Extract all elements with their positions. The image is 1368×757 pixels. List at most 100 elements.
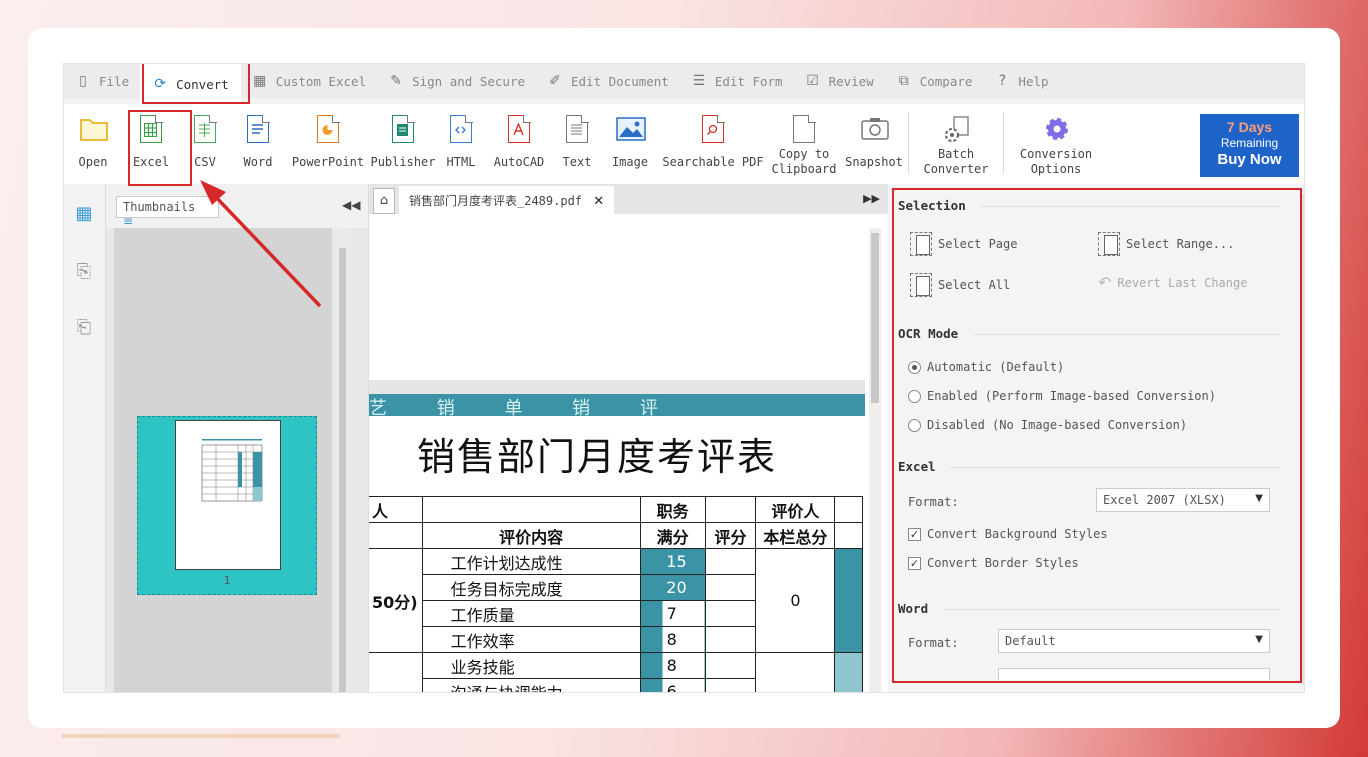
- convert-icon: ⟳: [154, 76, 166, 92]
- excel-button[interactable]: Excel: [122, 104, 180, 184]
- thumbnails-header: Thumbnails ≡ ◀◀: [106, 184, 368, 228]
- thumbnails-scrollbar[interactable]: [335, 228, 349, 692]
- buy-now-button[interactable]: 7 Days Remaining Buy Now: [1200, 114, 1299, 177]
- checkbox-checked-icon: ✓: [908, 527, 921, 541]
- menu-edit-document-label: Edit Document: [571, 73, 669, 89]
- menu-file[interactable]: ▯ File: [64, 64, 140, 98]
- thumbnails-dropdown[interactable]: Thumbnails ≡: [116, 196, 219, 228]
- table-cell: 7: [639, 600, 706, 627]
- menu-help[interactable]: ? Help: [983, 64, 1059, 98]
- table-cell: 工作质量: [421, 600, 641, 627]
- copy-clipboard-button[interactable]: Copy to Clipboard: [768, 104, 840, 184]
- select-page-label: Select Page: [938, 237, 1018, 251]
- text-button[interactable]: Text: [552, 104, 602, 184]
- word-button[interactable]: Word: [230, 104, 286, 184]
- image-button[interactable]: Image: [602, 104, 658, 184]
- powerpoint-label: PowerPoint: [291, 155, 365, 169]
- csv-button[interactable]: CSV: [180, 104, 230, 184]
- conversion-options-button[interactable]: Conversion Options: [1004, 104, 1108, 184]
- table-cell: [369, 522, 423, 549]
- excel-format-select[interactable]: Excel 2007 (XLSX) ▼: [1096, 488, 1270, 512]
- options-scrollbar[interactable]: [1302, 194, 1304, 684]
- home-icon[interactable]: ⌂: [373, 188, 395, 214]
- thumbnail-page-number: 1: [223, 574, 231, 587]
- excel-label: Excel: [132, 155, 170, 169]
- batch-label-2: Converter: [923, 162, 989, 176]
- table-cell: 评分: [704, 522, 757, 549]
- convert-bg-styles-checkbox[interactable]: ✓ Convert Background Styles: [908, 527, 1108, 541]
- header-band-text: 艺 销 单 销 评: [369, 394, 865, 416]
- ocr-enabled-radio[interactable]: Enabled (Perform Image-based Conversion): [908, 389, 1216, 403]
- powerpoint-button[interactable]: PowerPoint: [286, 104, 370, 184]
- table-cell: [834, 652, 863, 692]
- thumbnails-grid-icon[interactable]: ▦: [72, 202, 96, 226]
- document-tab[interactable]: 销售部门月度考评表_2489.pdf ✕: [399, 186, 615, 214]
- tab-scroll-right-icon[interactable]: ▶▶: [863, 192, 880, 205]
- publisher-button[interactable]: Publisher: [370, 104, 436, 184]
- table-cell: [834, 522, 863, 549]
- menu-file-label: File: [99, 73, 130, 89]
- pen-icon: ✎: [390, 73, 402, 89]
- table-cell: 任务目标完成度: [421, 574, 641, 601]
- conv-options-label-1: Conversion: [1019, 147, 1093, 161]
- table-row: 50分) 工作计划达成性 15 0: [369, 548, 863, 653]
- menu-custom-excel-label: Custom Excel: [275, 73, 367, 89]
- ocr-automatic-label: Automatic (Default): [927, 360, 1065, 374]
- table-cell: 人: [369, 496, 423, 523]
- autocad-button[interactable]: AutoCAD: [486, 104, 552, 184]
- ocr-automatic-radio[interactable]: Automatic (Default): [908, 360, 1064, 374]
- searchable-pdf-button[interactable]: Searchable PDF: [658, 104, 768, 184]
- word-label: Word: [243, 155, 273, 169]
- select-all-label: Select All: [938, 278, 1011, 292]
- revert-last-change-button[interactable]: ↶ Revert Last Change: [1098, 273, 1247, 292]
- page-thumbnail[interactable]: 1: [137, 416, 317, 595]
- document-tab-name: 销售部门月度考评表_2489.pdf: [409, 194, 583, 208]
- convert-bg-styles-label: Convert Background Styles: [927, 527, 1108, 541]
- promo-remaining: Remaining: [1220, 136, 1279, 150]
- table-cell: 满分: [639, 522, 706, 549]
- menu-sign-secure-label: Sign and Secure: [412, 73, 525, 89]
- select-page-button[interactable]: Select Page: [910, 232, 1017, 256]
- menu-edit-form[interactable]: ☰ Edit Form: [680, 64, 794, 98]
- menu-edit-document[interactable]: ✐ Edit Document: [536, 64, 680, 98]
- open-button[interactable]: Open: [64, 104, 122, 184]
- csv-file-icon: [191, 114, 219, 145]
- divider: [950, 467, 1280, 468]
- document-tab-bar: ⌂ 销售部门月度考评表_2489.pdf ✕ ▶▶: [369, 184, 888, 214]
- image-label: Image: [611, 155, 649, 169]
- batch-converter-button[interactable]: Batch Converter: [909, 104, 1003, 184]
- table-cell: [834, 548, 863, 653]
- file-icon: ▯: [79, 73, 87, 89]
- menu-compare[interactable]: ⧉ Compare: [885, 64, 984, 98]
- table-cell: 评价内容: [421, 522, 641, 549]
- table-cell: [704, 496, 757, 523]
- bookmark-icon[interactable]: ⎘: [72, 260, 96, 284]
- html-file-icon: [447, 114, 475, 145]
- open-label: Open: [78, 155, 108, 169]
- excel-file-icon: [137, 114, 165, 145]
- select-page-icon: [910, 232, 932, 256]
- close-icon[interactable]: ✕: [593, 194, 604, 209]
- ocr-disabled-radio[interactable]: Disabled (No Image-based Conversion): [908, 418, 1187, 432]
- ocr-section-title: OCR Mode: [898, 326, 959, 341]
- html-button[interactable]: HTML: [436, 104, 486, 184]
- grid-icon: ▦: [253, 73, 267, 89]
- menu-convert-label: Convert: [176, 76, 229, 92]
- menu-custom-excel[interactable]: ▦ Custom Excel: [241, 64, 377, 98]
- document-scrollbar[interactable]: [869, 228, 881, 692]
- collapse-left-icon[interactable]: ◀◀: [342, 198, 360, 212]
- menu-sign-secure[interactable]: ✎ Sign and Secure: [377, 64, 536, 98]
- attachment-icon[interactable]: ⎗: [72, 316, 96, 340]
- chevron-down-icon: ▼: [1255, 493, 1263, 504]
- word-format-select[interactable]: Default ▼: [998, 629, 1270, 653]
- select-all-button[interactable]: Select All: [910, 273, 1010, 297]
- menu-review[interactable]: ☑ Review: [794, 64, 885, 98]
- revert-label: Revert Last Change: [1117, 275, 1248, 290]
- copy-clipboard-label-1: Copy to: [778, 147, 830, 161]
- menu-convert[interactable]: ⟳ Convert: [140, 64, 241, 104]
- searchable-pdf-label: Searchable PDF: [662, 155, 764, 169]
- next-select-partial[interactable]: [998, 668, 1270, 680]
- snapshot-button[interactable]: Snapshot: [840, 104, 908, 184]
- select-range-button[interactable]: Select Range...: [1098, 232, 1234, 256]
- convert-border-styles-checkbox[interactable]: ✓ Convert Border Styles: [908, 556, 1079, 570]
